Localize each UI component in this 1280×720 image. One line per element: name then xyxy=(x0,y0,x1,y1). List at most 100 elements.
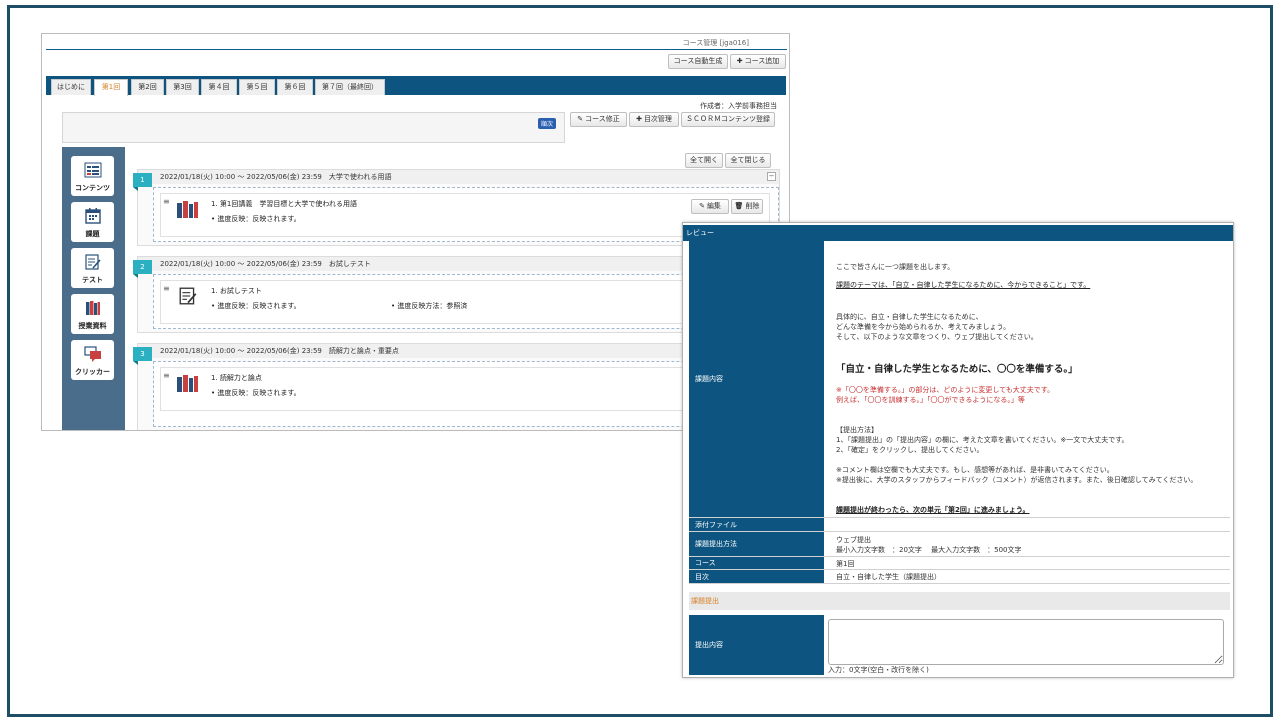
row-label: 提出内容 xyxy=(689,615,824,675)
edit-entry-button[interactable]: ✎ 編集 xyxy=(691,199,729,214)
row-label: 目次 xyxy=(689,570,824,583)
section-header: 2022/01/18(火) 10:00 ～ 2022/05/06(金) 23:5… xyxy=(138,170,779,184)
progress-note: • 進度反映：反映されます。 xyxy=(211,389,301,397)
assignment-preview-window: レビュー 課題内容 ここで皆さんに一つ課題を出します。 課題のテーマは、「自立・… xyxy=(682,222,1234,678)
collapse-icon[interactable]: − xyxy=(767,172,776,181)
sidebar-label-contents: コンテンツ xyxy=(75,184,110,192)
delete-entry-button[interactable]: 🗑 削除 xyxy=(731,199,763,214)
course-row: コース 第1回 xyxy=(689,557,1230,570)
submission-method-row: 課題提出方法 ウェブ提出 最小入力文字数 ：20文字 最大入力文字数 ：500文… xyxy=(689,532,1230,557)
progress-note: • 進度反映：反映されます。 xyxy=(211,215,301,223)
attachment-value xyxy=(830,518,1230,531)
entry-title: 1. 第1回講義 学習目標と大学で使われる用語 xyxy=(211,200,358,208)
progress-note: • 進度反映：反映されます。 xyxy=(211,302,301,310)
content-text: 【提出方法】 xyxy=(836,426,878,434)
content-text: 具体的に、自立・自律した学生になるために、 xyxy=(836,313,983,321)
sidebar-label-clicker: クリッカー xyxy=(75,368,110,376)
character-counter: 入力：0文字(空白・改行を除く) xyxy=(828,666,929,674)
list-item[interactable]: ≡ 1. 読解力と論点 • 進度反映：反映されます。 xyxy=(160,367,770,411)
drag-handle-icon[interactable]: ≡ xyxy=(163,197,170,206)
content-text: ここで皆さんに一つ課題を出します。 xyxy=(836,263,955,271)
test-notepad-icon xyxy=(179,287,197,305)
scorm-register-button[interactable]: ＳＣＯＲＭコンテンツ登録 xyxy=(681,112,775,127)
title-divider xyxy=(46,49,787,50)
sidebar-item-class-materials[interactable]: 授業資料 xyxy=(71,294,114,334)
tab-lesson-4[interactable]: 第４回 xyxy=(201,79,237,95)
row-label: 添付ファイル xyxy=(689,518,824,531)
attachment-row: 添付ファイル xyxy=(689,518,1230,532)
window-title: コース管理 [jga016] xyxy=(682,39,749,47)
class-materials-books-icon xyxy=(86,301,100,315)
class-materials-books-icon xyxy=(177,375,198,392)
entry-title: 1. 読解力と論点 xyxy=(211,374,262,382)
content-template-sentence: 「自立・自律した学生となるために、〇〇を準備する。」 xyxy=(836,364,1078,375)
plus-icon: ✚ xyxy=(736,57,743,65)
content-text: どんな準備を今から始められるか、考えてみましょう。 xyxy=(836,323,1011,331)
sidebar-label-class-materials: 授業資料 xyxy=(78,322,107,330)
expand-all-button[interactable]: 全て開く xyxy=(685,153,723,168)
tab-lesson-5[interactable]: 第５回 xyxy=(239,79,275,95)
test-notepad-icon xyxy=(85,254,101,270)
list-item[interactable]: ≡ 1. 第1回講義 学習目標と大学で使われる用語 • 進度反映：反映されます。… xyxy=(160,193,770,237)
sidebar-item-clicker[interactable]: クリッカー xyxy=(71,340,114,380)
add-course-button[interactable]: ✚ コース追加 xyxy=(730,54,786,69)
course-description-box: 順次 xyxy=(62,112,565,143)
content-list-icon xyxy=(84,162,102,178)
collapse-all-button[interactable]: 全て閉じる xyxy=(725,153,771,168)
tab-lesson-2[interactable]: 第2回 xyxy=(131,79,164,95)
entry-title: 1. お試しテスト xyxy=(211,287,262,295)
submission-method-value: ウェブ提出 最小入力文字数 ：20文字 最大入力文字数 ：500文字 xyxy=(836,536,1022,554)
trash-icon: 🗑 xyxy=(734,202,744,210)
section-number: 3 xyxy=(133,347,152,365)
toc-row: 目次 自立・自律した学生（課題提出） xyxy=(689,570,1230,584)
course-management-window: コース管理 [jga016] コース自動生成 ✚ コース追加 はじめに 第1回 第… xyxy=(41,33,790,431)
course-value: 第1回 xyxy=(836,560,855,568)
row-label: コース xyxy=(689,557,824,569)
submission-textarea[interactable] xyxy=(828,619,1224,665)
assignment-content-row: 課題内容 ここで皆さんに一つ課題を出します。 課題のテーマは、「自立・自律した学… xyxy=(689,241,1230,518)
row-label: 課題提出方法 xyxy=(689,532,824,556)
content-text: そして、以下のような文章をつくり、ウェブ提出してください。 xyxy=(836,333,1038,341)
content-next-step: 課題提出が終わったら、次の単元「第2回」に進みましょう。 xyxy=(836,506,1030,514)
tab-intro[interactable]: はじめに xyxy=(51,79,91,95)
content-theme: 課題のテーマは、「自立・自律した学生になるために、今からできること」です。 xyxy=(836,281,1091,289)
sidebar-item-assignment[interactable]: 課題 xyxy=(71,202,114,242)
progress-method-note: • 進度反映方法：参照済 xyxy=(391,302,468,310)
pencil-icon: ✎ xyxy=(699,202,705,210)
sidebar-label-assignment: 課題 xyxy=(85,230,100,238)
tab-lesson-3[interactable]: 第3回 xyxy=(166,79,199,95)
section-number: 2 xyxy=(133,260,152,278)
content-text: ※コメント欄は空欄でも大丈夫です。もし、感想等があれば、是非書いてみてください。 xyxy=(836,466,1114,474)
drag-handle-icon[interactable]: ≡ xyxy=(163,284,170,293)
assignment-calendar-icon xyxy=(85,208,101,224)
sidebar-label-test: テスト xyxy=(82,276,103,284)
auto-generate-course-button[interactable]: コース自動生成 xyxy=(668,54,728,69)
drag-handle-icon[interactable]: ≡ xyxy=(163,371,170,380)
content-text: 2、「確定」をクリックし、提出してください。 xyxy=(836,446,984,454)
assignment-content: ここで皆さんに一つ課題を出します。 課題のテーマは、「自立・自律した学生になるた… xyxy=(830,241,1230,517)
row-label: 課題内容 xyxy=(689,241,824,517)
section-number: 1 xyxy=(133,173,152,191)
tab-bar: はじめに 第1回 第2回 第3回 第４回 第５回 第６回 第７回（最終回） xyxy=(46,76,786,96)
clicker-chat-icon xyxy=(84,346,101,362)
tab-lesson-1[interactable]: 第1回 xyxy=(94,79,128,96)
sidebar-item-contents[interactable]: コンテンツ xyxy=(71,156,114,196)
preview-header: レビュー xyxy=(683,225,1233,241)
submission-section-title: 課題提出 xyxy=(689,592,1230,610)
plus-icon: ✚ xyxy=(636,115,642,123)
toc-manage-button[interactable]: ✚ 目次管理 xyxy=(629,112,679,127)
sidebar-item-test[interactable]: テスト xyxy=(71,248,114,288)
tab-lesson-6[interactable]: 第６回 xyxy=(277,79,313,95)
content-warning: 例えば、「〇〇を訓練する。」「〇〇ができるようになる。」等 xyxy=(836,396,1025,404)
list-item[interactable]: ≡ 1. お試しテスト • 進度反映：反映されます。 • 進度反映方法：参照済 xyxy=(160,280,770,324)
edit-course-button[interactable]: ✎ コース修正 xyxy=(570,112,627,127)
tab-lesson-7-final[interactable]: 第７回（最終回） xyxy=(315,79,385,95)
class-materials-books-icon xyxy=(177,201,198,218)
content-type-sidebar: コンテンツ 課題 テスト 授業資料 クリッカー xyxy=(62,147,125,430)
sequential-badge: 順次 xyxy=(537,118,556,129)
content-text: ※提出後に、大学のスタッフからフィードバック（コメント）が返信されます。また、後… xyxy=(836,476,1198,484)
content-text: 1、「課題提出」の「提出内容」の欄に、考えた文章を書いてください。※一文で大丈夫… xyxy=(836,436,1129,444)
pencil-icon: ✎ xyxy=(577,115,584,123)
toc-value: 自立・自律した学生（課題提出） xyxy=(836,573,941,581)
content-warning: ※「〇〇を準備する。」の部分は、どのように変更しても大丈夫です。 xyxy=(836,386,1055,394)
